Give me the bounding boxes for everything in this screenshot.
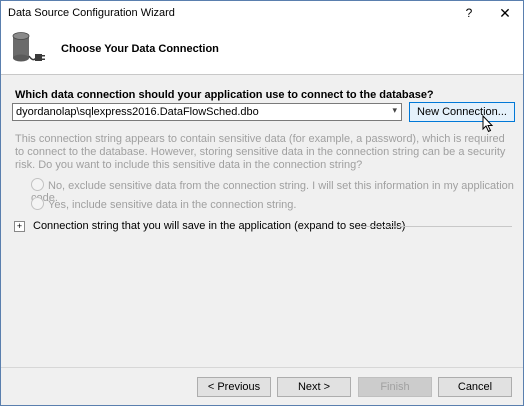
expand-toggle[interactable]: + <box>14 221 25 232</box>
expander-divider <box>361 226 512 227</box>
radio-button-yes[interactable] <box>31 197 44 210</box>
connection-string-expander-label[interactable]: Connection string that you will save in … <box>33 220 405 232</box>
database-plug-icon <box>12 32 45 62</box>
connection-dropdown-value: dyordanolap\sqlexpress2016.DataFlowSched… <box>16 106 259 118</box>
sensitive-data-info: This connection string appears to contai… <box>15 133 506 171</box>
help-button[interactable]: ? <box>459 4 479 22</box>
cancel-button[interactable]: Cancel <box>438 377 512 397</box>
finish-button[interactable]: Finish <box>358 377 432 397</box>
close-button[interactable]: ✕ <box>493 4 517 22</box>
include-sensitive-option[interactable]: Yes, include sensitive data in the conne… <box>31 197 296 211</box>
previous-button[interactable]: < Previous <box>197 377 271 397</box>
mouse-pointer-icon <box>482 115 494 133</box>
connection-dropdown[interactable]: dyordanolap\sqlexpress2016.DataFlowSched… <box>12 103 402 121</box>
window-title: Data Source Configuration Wizard <box>8 7 175 19</box>
wizard-header: Choose Your Data Connection <box>1 26 523 75</box>
title-bar: Data Source Configuration Wizard ? ✕ <box>1 1 523 26</box>
wizard-window: Data Source Configuration Wizard ? ✕ Cho… <box>0 0 524 406</box>
footer-divider <box>1 367 523 368</box>
radio-button-no[interactable] <box>31 178 44 191</box>
page-title: Choose Your Data Connection <box>61 43 219 55</box>
include-sensitive-label: Yes, include sensitive data in the conne… <box>48 199 297 211</box>
next-button[interactable]: Next > <box>277 377 351 397</box>
connection-question-label: Which data connection should your applic… <box>15 89 434 101</box>
new-connection-button[interactable]: New Connection... <box>409 102 515 122</box>
chevron-down-icon[interactable]: ▾ <box>392 105 397 116</box>
